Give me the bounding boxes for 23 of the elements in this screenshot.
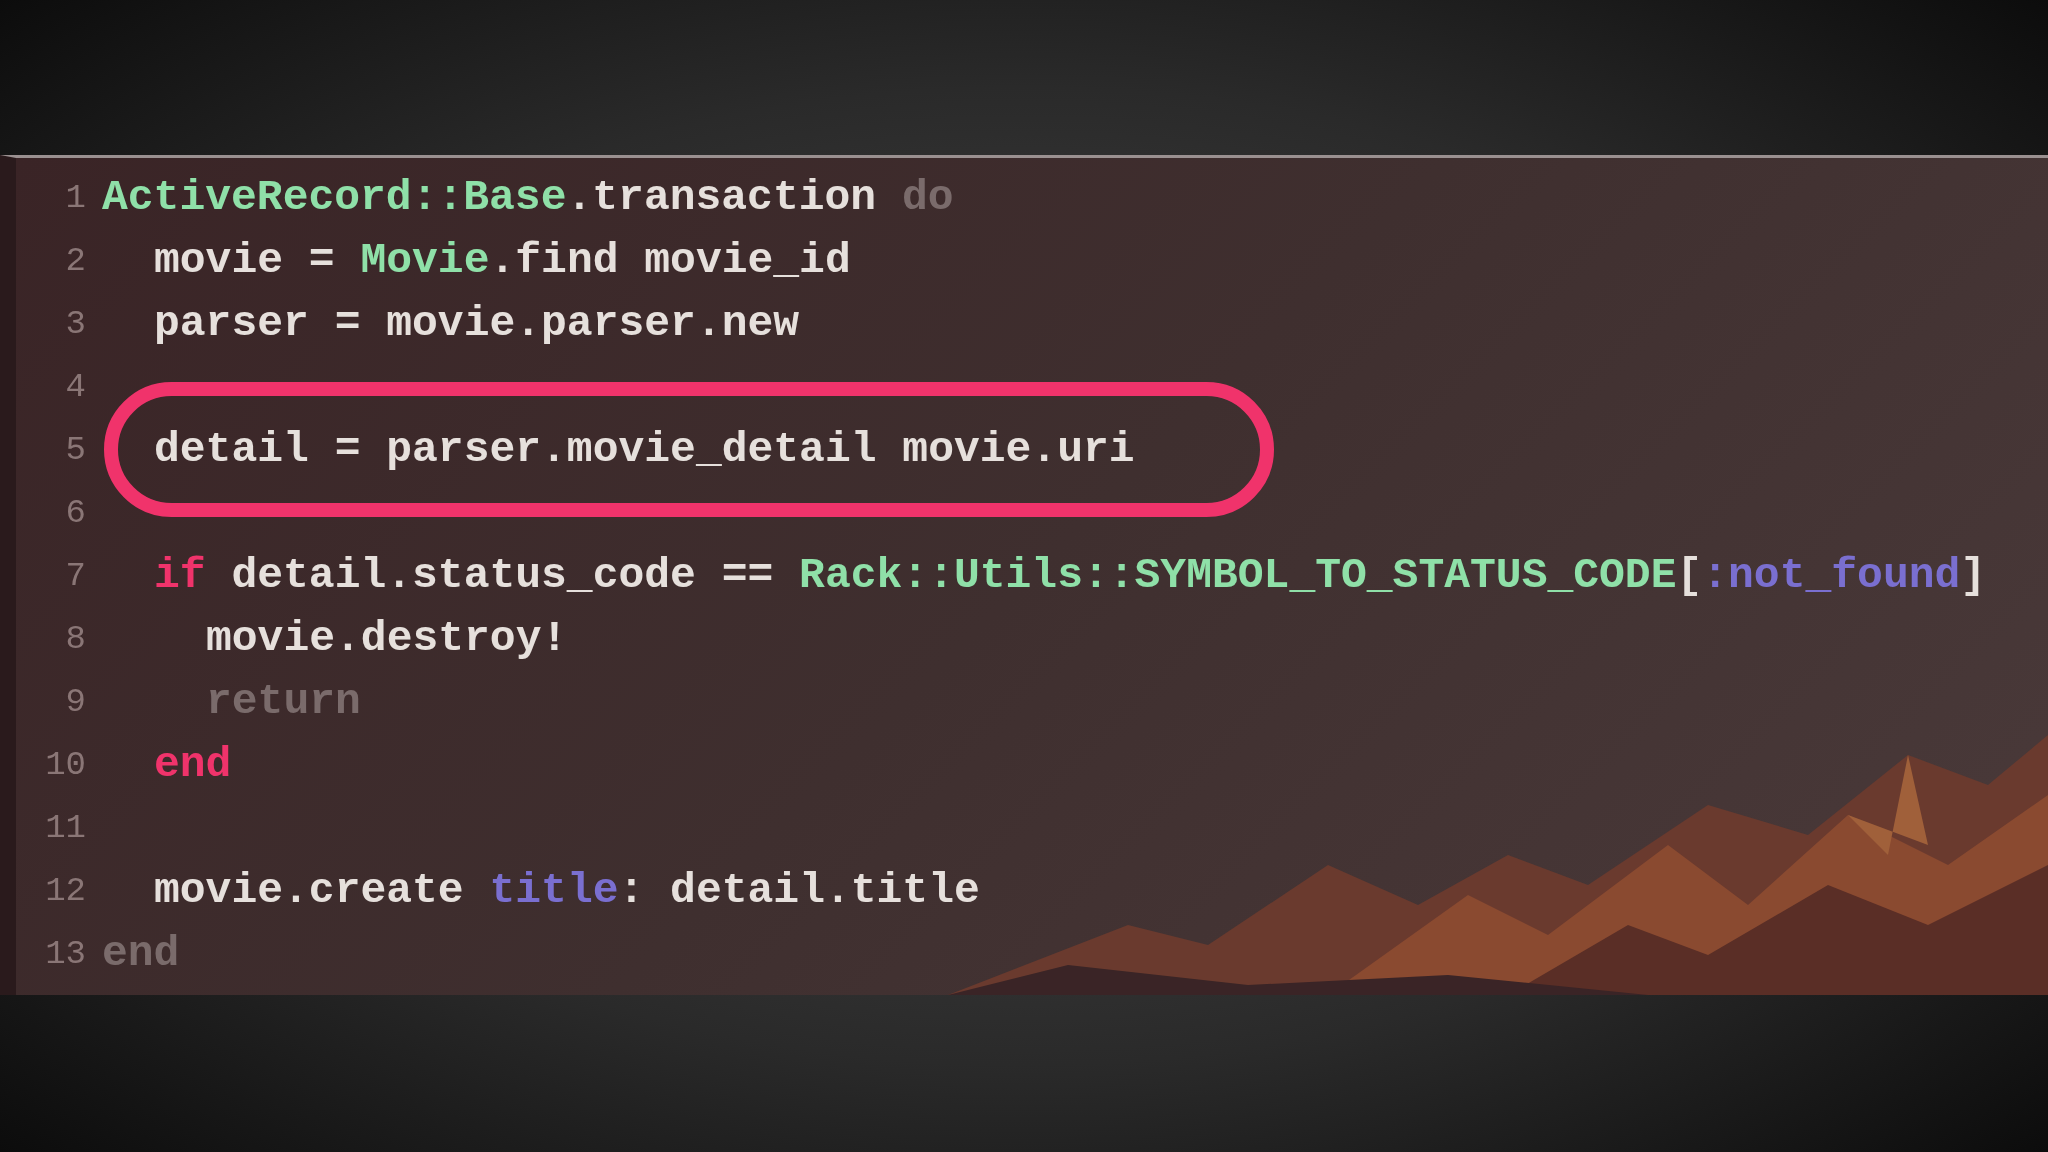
line-number: 3 (64, 304, 87, 343)
line-number: 7 (64, 556, 87, 595)
line-number: 8 (64, 619, 87, 658)
line-number: 4 (64, 367, 87, 406)
code-line: movie.destroy! (206, 614, 568, 663)
line-number: 13 (44, 934, 87, 973)
code-line: end (154, 740, 232, 789)
line-number: 9 (64, 682, 87, 721)
line-number: 12 (44, 871, 87, 910)
line-number: 2 (64, 241, 87, 280)
code-line: if detail.status_code == Rack::Utils::SYMBOL_TO_STATUS_CODE[:not_found] (154, 551, 1987, 600)
line-number: 6 (64, 493, 87, 532)
code-line: ActiveRecord::Base.transaction do (102, 173, 954, 222)
code-line: return (206, 677, 361, 726)
code-line: end (102, 929, 180, 978)
code-line: detail = parser.movie_detail movie.uri (154, 425, 1135, 474)
line-number: 11 (44, 808, 87, 847)
line-number: 1 (64, 178, 87, 217)
code-line: parser = movie.parser.new (154, 299, 800, 348)
code-line: movie.create title: detail.title (154, 866, 980, 915)
code-line: movie = Movie.find movie_id (154, 236, 851, 285)
line-number: 5 (64, 430, 87, 469)
line-number: 10 (44, 745, 87, 784)
